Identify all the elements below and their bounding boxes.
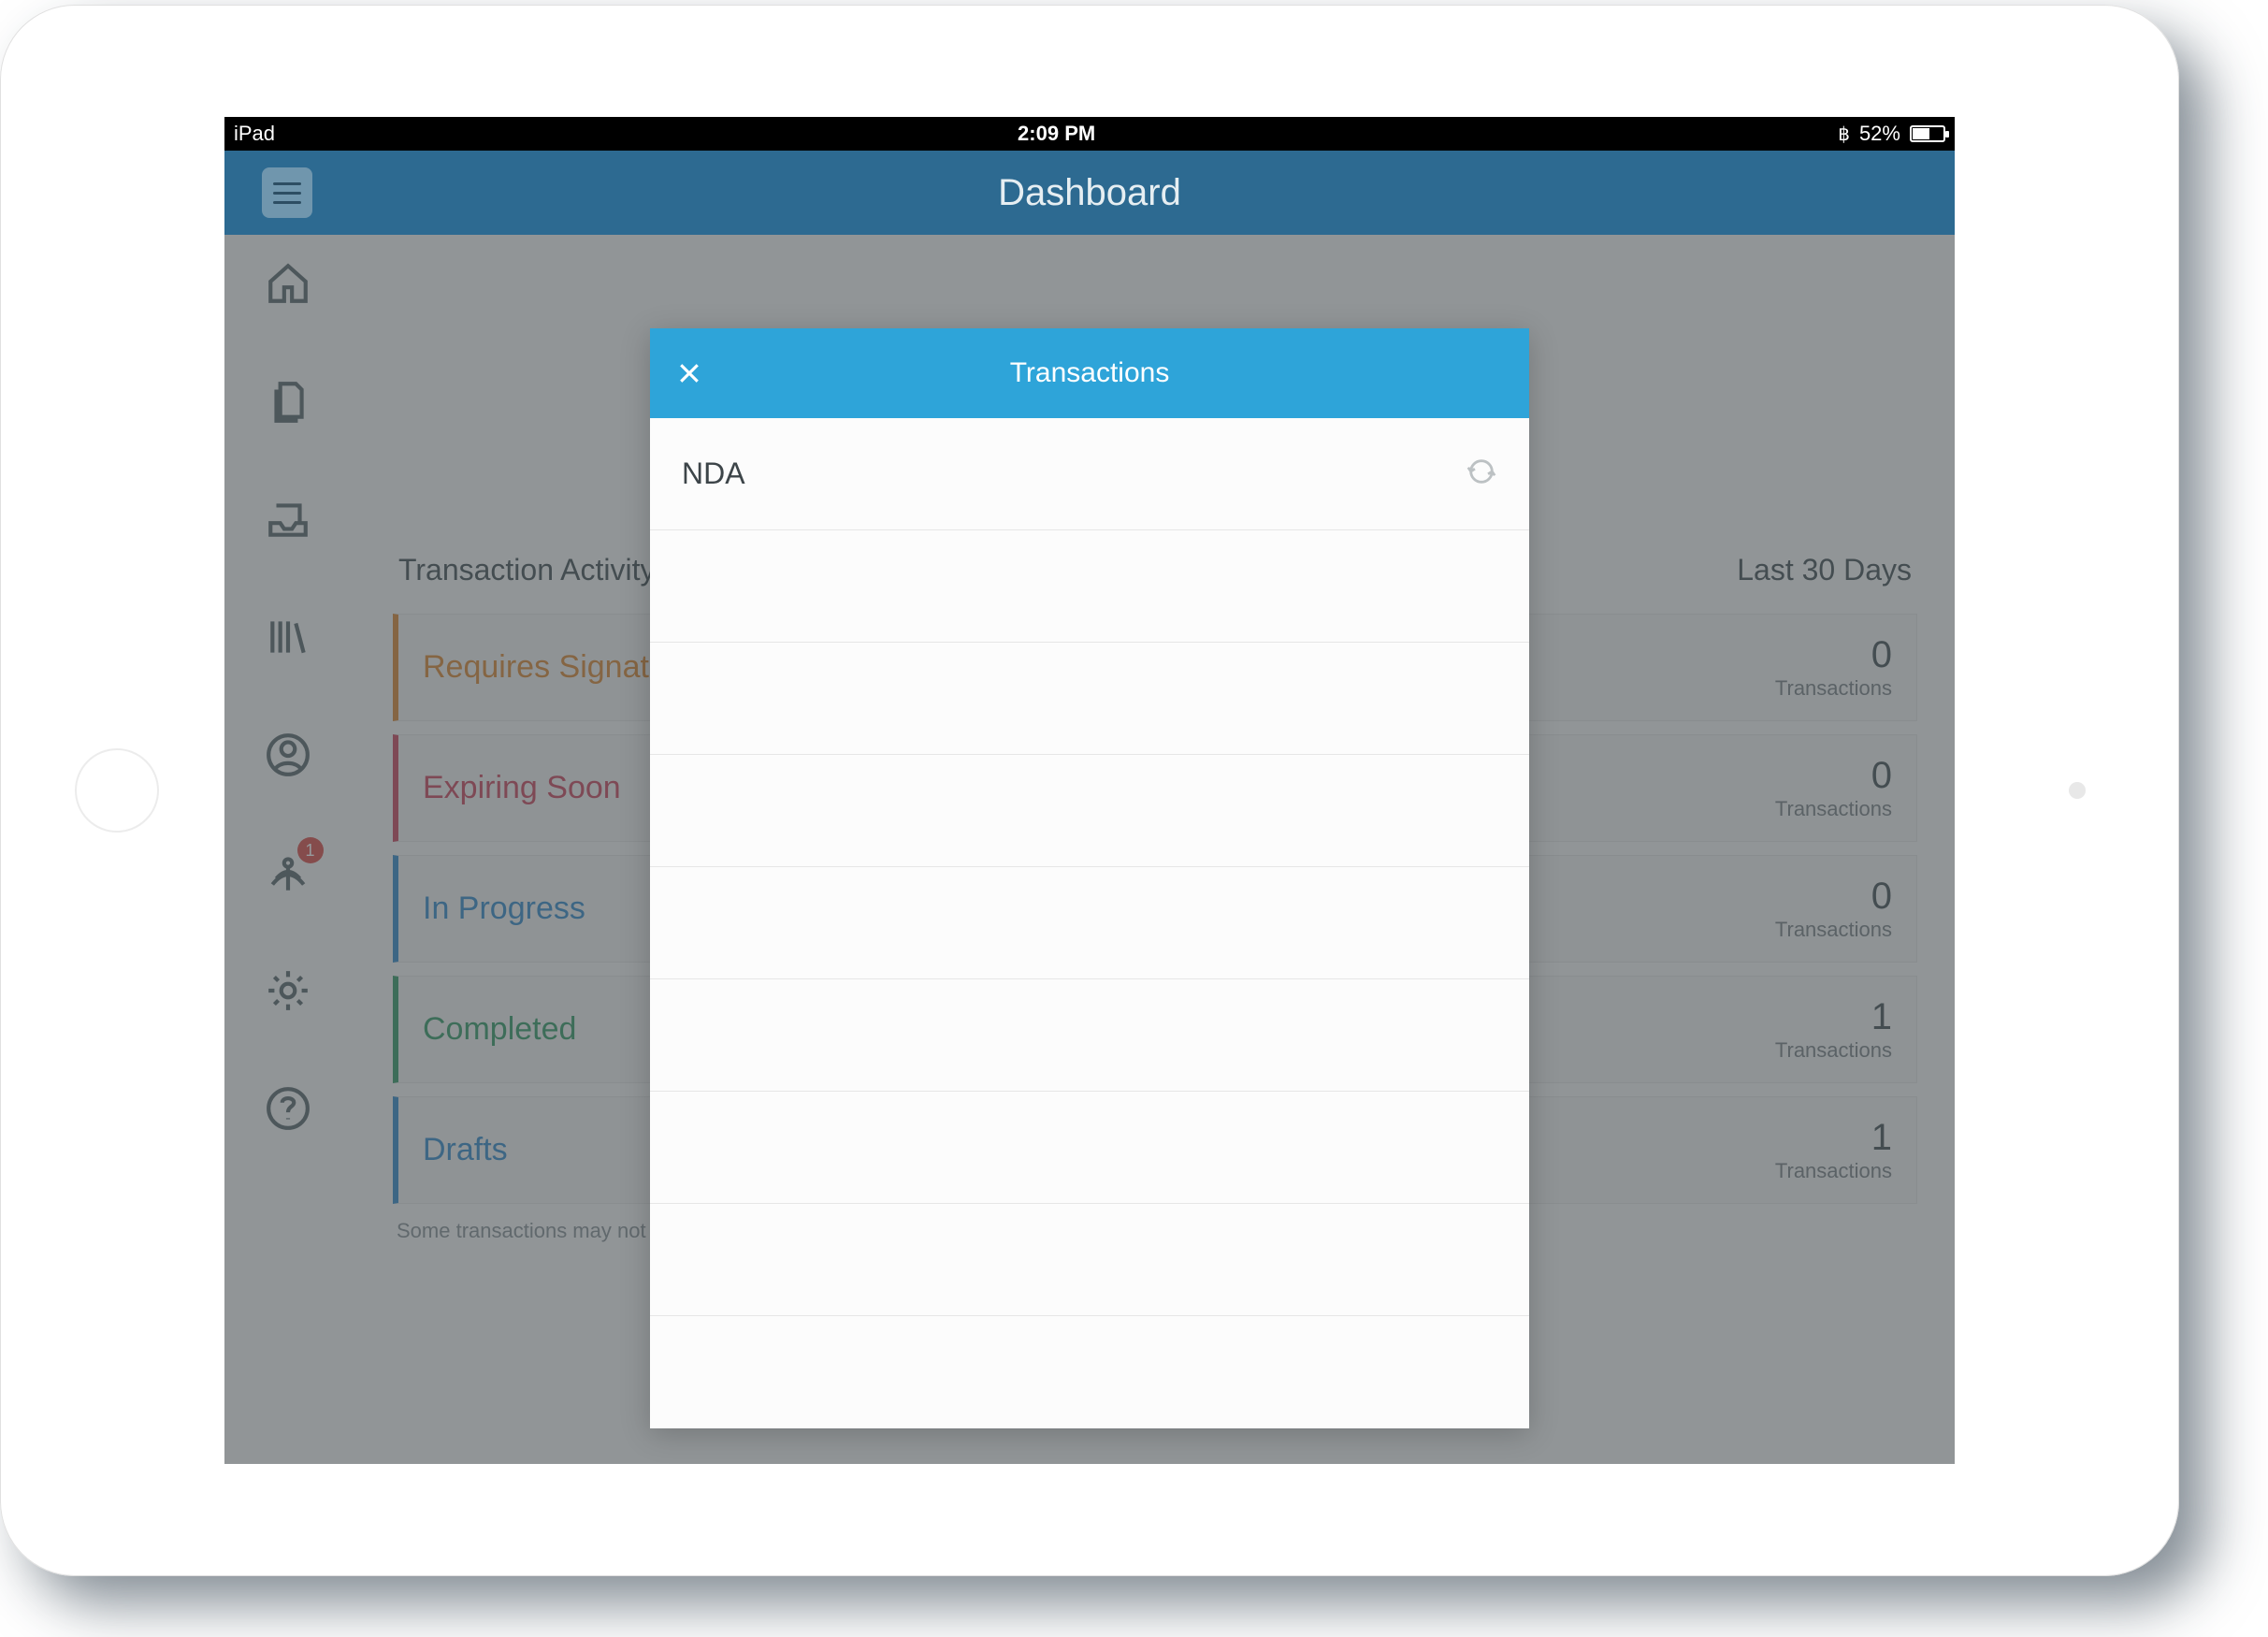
clock: 2:09 PM bbox=[1018, 122, 1095, 145]
modal-list-item[interactable] bbox=[650, 1204, 1529, 1316]
app-header: Dashboard bbox=[224, 151, 1955, 235]
modal-title: Transactions bbox=[1010, 357, 1170, 389]
battery-icon bbox=[1910, 125, 1945, 142]
screen: iPad 2:09 PM ฿ 52% Dashboard bbox=[224, 117, 1955, 1464]
modal-list-item[interactable] bbox=[650, 530, 1529, 643]
modal-list-item[interactable] bbox=[650, 1316, 1529, 1428]
battery-percent: 52% bbox=[1859, 122, 1900, 146]
modal-overlay[interactable]: Transactions NDA bbox=[224, 235, 1955, 1464]
modal-list-item[interactable] bbox=[650, 1092, 1529, 1204]
sync-icon bbox=[1466, 456, 1497, 492]
page-title: Dashboard bbox=[998, 172, 1181, 214]
modal-close-button[interactable] bbox=[671, 355, 708, 392]
transactions-modal: Transactions NDA bbox=[650, 328, 1529, 1428]
tablet-camera bbox=[2069, 782, 2086, 799]
modal-list-item[interactable] bbox=[650, 643, 1529, 755]
modal-header: Transactions bbox=[650, 328, 1529, 418]
content: 1 Transaction Activity Last 30 Days Requ… bbox=[224, 235, 1955, 1464]
carrier-label: iPad bbox=[234, 122, 275, 146]
tablet-home-button[interactable] bbox=[75, 748, 159, 833]
bluetooth-icon: ฿ bbox=[1838, 123, 1850, 146]
modal-list-item[interactable] bbox=[650, 979, 1529, 1092]
modal-list-item[interactable]: NDA bbox=[650, 418, 1529, 530]
modal-list-item[interactable] bbox=[650, 755, 1529, 867]
status-bar: iPad 2:09 PM ฿ 52% bbox=[224, 117, 1955, 151]
modal-item-label: NDA bbox=[682, 456, 745, 491]
tablet-frame: iPad 2:09 PM ฿ 52% Dashboard bbox=[0, 5, 2179, 1576]
menu-button[interactable] bbox=[262, 167, 312, 218]
modal-list-item[interactable] bbox=[650, 867, 1529, 979]
modal-list: NDA bbox=[650, 418, 1529, 1428]
